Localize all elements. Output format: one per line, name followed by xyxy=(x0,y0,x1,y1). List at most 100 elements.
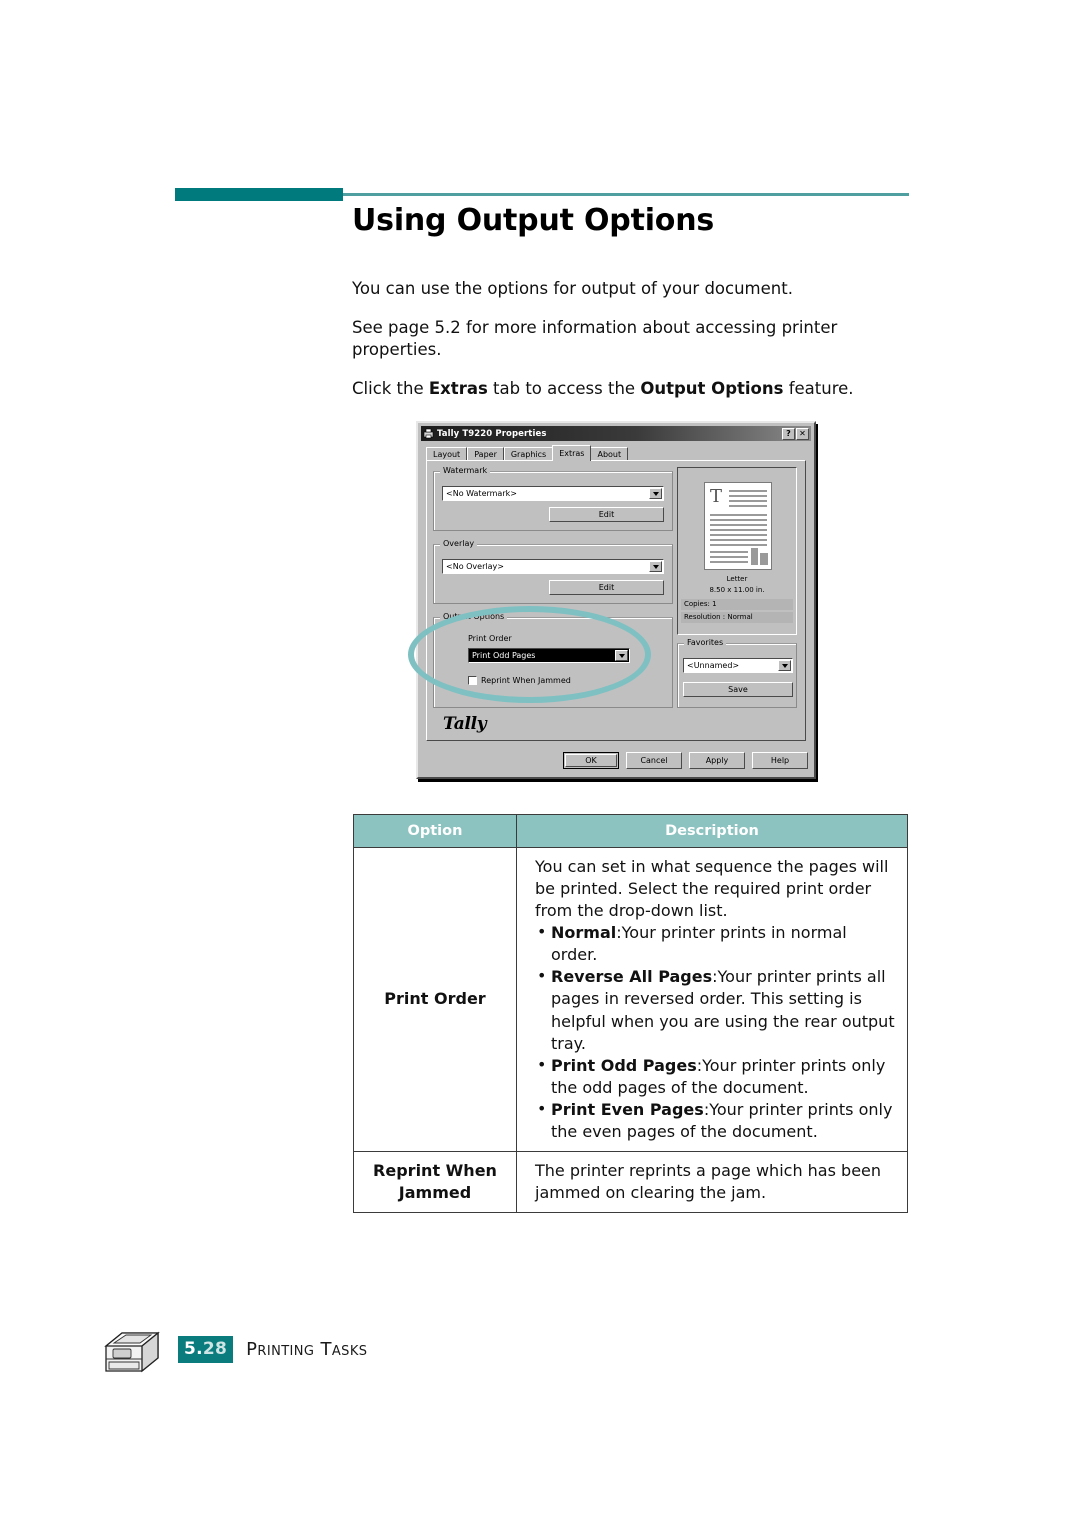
preview-text-line xyxy=(729,500,767,502)
preview-text-line xyxy=(710,561,748,563)
help-button[interactable]: Help xyxy=(752,752,808,769)
preview-image-block xyxy=(760,553,768,565)
options-table: Option Description Print Order You can s… xyxy=(353,814,908,1214)
print-order-bullet-list: Normal:Your printer prints in normal ord… xyxy=(535,921,897,1143)
reprint-when-jammed-checkbox[interactable]: Reprint When Jammed xyxy=(468,676,571,685)
paragraph-instruction: Click the Extras tab to access the Outpu… xyxy=(352,378,908,400)
header-rule-thin xyxy=(343,193,909,196)
instruction-bold-output-options: Output Options xyxy=(640,378,784,398)
apply-label: Apply xyxy=(705,756,729,765)
row-option-reprint-when-jammed: Reprint When Jammed xyxy=(353,1151,517,1214)
header-rule xyxy=(175,188,909,202)
table-row: Print Order You can set in what sequence… xyxy=(353,846,908,1153)
output-options-group-label: Output Options xyxy=(440,612,508,621)
paragraph-see-page: See page 5.2 for more information about … xyxy=(352,317,838,359)
chevron-down-icon[interactable] xyxy=(778,660,791,671)
preview-text-line xyxy=(710,544,767,546)
preview-paper-name: Letter xyxy=(726,575,748,583)
preview-text-line xyxy=(710,539,767,541)
favorites-combo-value: <Unnamed> xyxy=(687,661,740,670)
preview-text-line xyxy=(729,495,767,497)
row-option-print-order: Print Order xyxy=(353,846,517,1153)
preview-image-block xyxy=(751,548,758,565)
chevron-down-icon[interactable] xyxy=(649,561,662,572)
row-description-reprint-when-jammed: The printer reprints a page which has be… xyxy=(516,1151,908,1214)
dialog-title: Tally T9220 Properties xyxy=(437,428,547,439)
dialog-tabs: Layout Paper Graphics Extras About xyxy=(426,445,629,461)
tab-about[interactable]: About xyxy=(590,447,629,461)
ok-label: OK xyxy=(565,754,617,767)
page-major: 5. xyxy=(184,1338,203,1359)
favorites-save-label: Save xyxy=(728,685,748,694)
overlay-group: Overlay <No Overlay> Edit xyxy=(433,539,673,604)
header-rule-thick xyxy=(175,188,343,201)
tab-layout[interactable]: Layout xyxy=(426,447,468,461)
titlebar-buttons: ? ✕ xyxy=(782,427,809,440)
body-column: You can use the options for output of yo… xyxy=(352,278,908,417)
favorites-group-label: Favorites xyxy=(684,638,727,647)
print-order-value: Print Odd Pages xyxy=(472,651,536,660)
tab-extras[interactable]: Extras xyxy=(552,445,592,461)
checkbox-box[interactable] xyxy=(468,676,477,685)
paragraph-intro: You can use the options for output of yo… xyxy=(352,279,793,298)
printer-window-icon xyxy=(423,428,434,439)
help-label: Help xyxy=(770,756,790,765)
apply-button[interactable]: Apply xyxy=(689,752,745,769)
cancel-button[interactable]: Cancel xyxy=(626,752,682,769)
extras-tab-panel: Watermark <No Watermark> Edit Overlay <N… xyxy=(426,460,806,741)
favorites-combo[interactable]: <Unnamed> xyxy=(683,658,793,673)
footer-section-title: Printing Tasks xyxy=(246,1338,368,1360)
preview-letter-glyph: T xyxy=(710,486,723,507)
column-header-description: Description xyxy=(516,814,908,848)
tab-paper[interactable]: Paper xyxy=(467,447,504,461)
preview-text-line xyxy=(710,514,767,516)
watermark-edit-button[interactable]: Edit xyxy=(549,507,664,522)
printer-properties-dialog: Tally T9220 Properties ? ✕ Layout Paper … xyxy=(416,421,816,779)
preview-text-line xyxy=(710,556,748,558)
favorites-save-button[interactable]: Save xyxy=(683,682,793,697)
list-item: Print Odd Pages:Your printer prints only… xyxy=(535,1054,897,1099)
page-footer: 5.28 Printing Tasks xyxy=(96,1312,367,1386)
preview-text-line xyxy=(729,490,767,492)
preview-paper-size: 8.50 x 11.00 in. xyxy=(709,586,765,594)
close-icon[interactable]: ✕ xyxy=(796,427,809,440)
reprint-when-jammed-label: Reprint When Jammed xyxy=(481,676,571,685)
chevron-down-icon[interactable] xyxy=(649,488,662,499)
overlay-group-label: Overlay xyxy=(440,539,478,548)
tally-brand-logo: Tally xyxy=(443,714,487,734)
bullet-term-normal: Normal xyxy=(551,923,617,943)
list-item: Normal:Your printer prints in normal ord… xyxy=(535,921,897,966)
preview-text-line xyxy=(710,519,767,521)
preview-resolution: Resolution : Normal xyxy=(681,612,793,623)
preview-text-line xyxy=(710,529,767,531)
instruction-pre: Click the xyxy=(352,378,429,398)
instruction-mid: tab to access the xyxy=(487,378,641,398)
page-title: Using Output Options xyxy=(352,203,715,238)
tab-graphics[interactable]: Graphics xyxy=(503,447,554,461)
favorites-group: Favorites <Unnamed> Save xyxy=(677,638,797,708)
column-header-option: Option xyxy=(353,814,517,848)
preview-page-thumbnail: T xyxy=(704,482,772,570)
preview-text-line xyxy=(729,505,767,507)
instruction-bold-extras: Extras xyxy=(428,378,488,398)
dialog-titlebar[interactable]: Tally T9220 Properties ? ✕ xyxy=(421,426,811,441)
table-row: Reprint When Jammed The printer reprints… xyxy=(353,1151,908,1214)
overlay-edit-button[interactable]: Edit xyxy=(549,580,664,595)
help-button-titlebar[interactable]: ? xyxy=(782,427,795,440)
print-order-combo[interactable]: Print Odd Pages xyxy=(468,648,630,663)
watermark-group: Watermark <No Watermark> Edit xyxy=(433,466,673,531)
bullet-term-print-even-pages: Print Even Pages xyxy=(551,1099,704,1119)
printer-icon xyxy=(96,1312,170,1386)
print-preview-pane: T Letter 8.50 x 11.00 in. Copies: 1 Reso… xyxy=(677,467,797,635)
ok-button[interactable]: OK xyxy=(563,752,619,769)
watermark-combo[interactable]: <No Watermark> xyxy=(442,486,664,501)
page-number-badge: 5.28 xyxy=(178,1335,234,1363)
overlay-combo-value: <No Overlay> xyxy=(446,562,504,571)
overlay-edit-label: Edit xyxy=(598,583,615,592)
table-header-row: Option Description xyxy=(353,814,908,848)
chevron-down-icon[interactable] xyxy=(615,650,628,661)
overlay-combo[interactable]: <No Overlay> xyxy=(442,559,664,574)
document-page: Using Output Options You can use the opt… xyxy=(0,0,1080,1528)
watermark-group-label: Watermark xyxy=(440,466,491,475)
output-options-group: Output Options Print Order Print Odd Pag… xyxy=(433,612,673,708)
